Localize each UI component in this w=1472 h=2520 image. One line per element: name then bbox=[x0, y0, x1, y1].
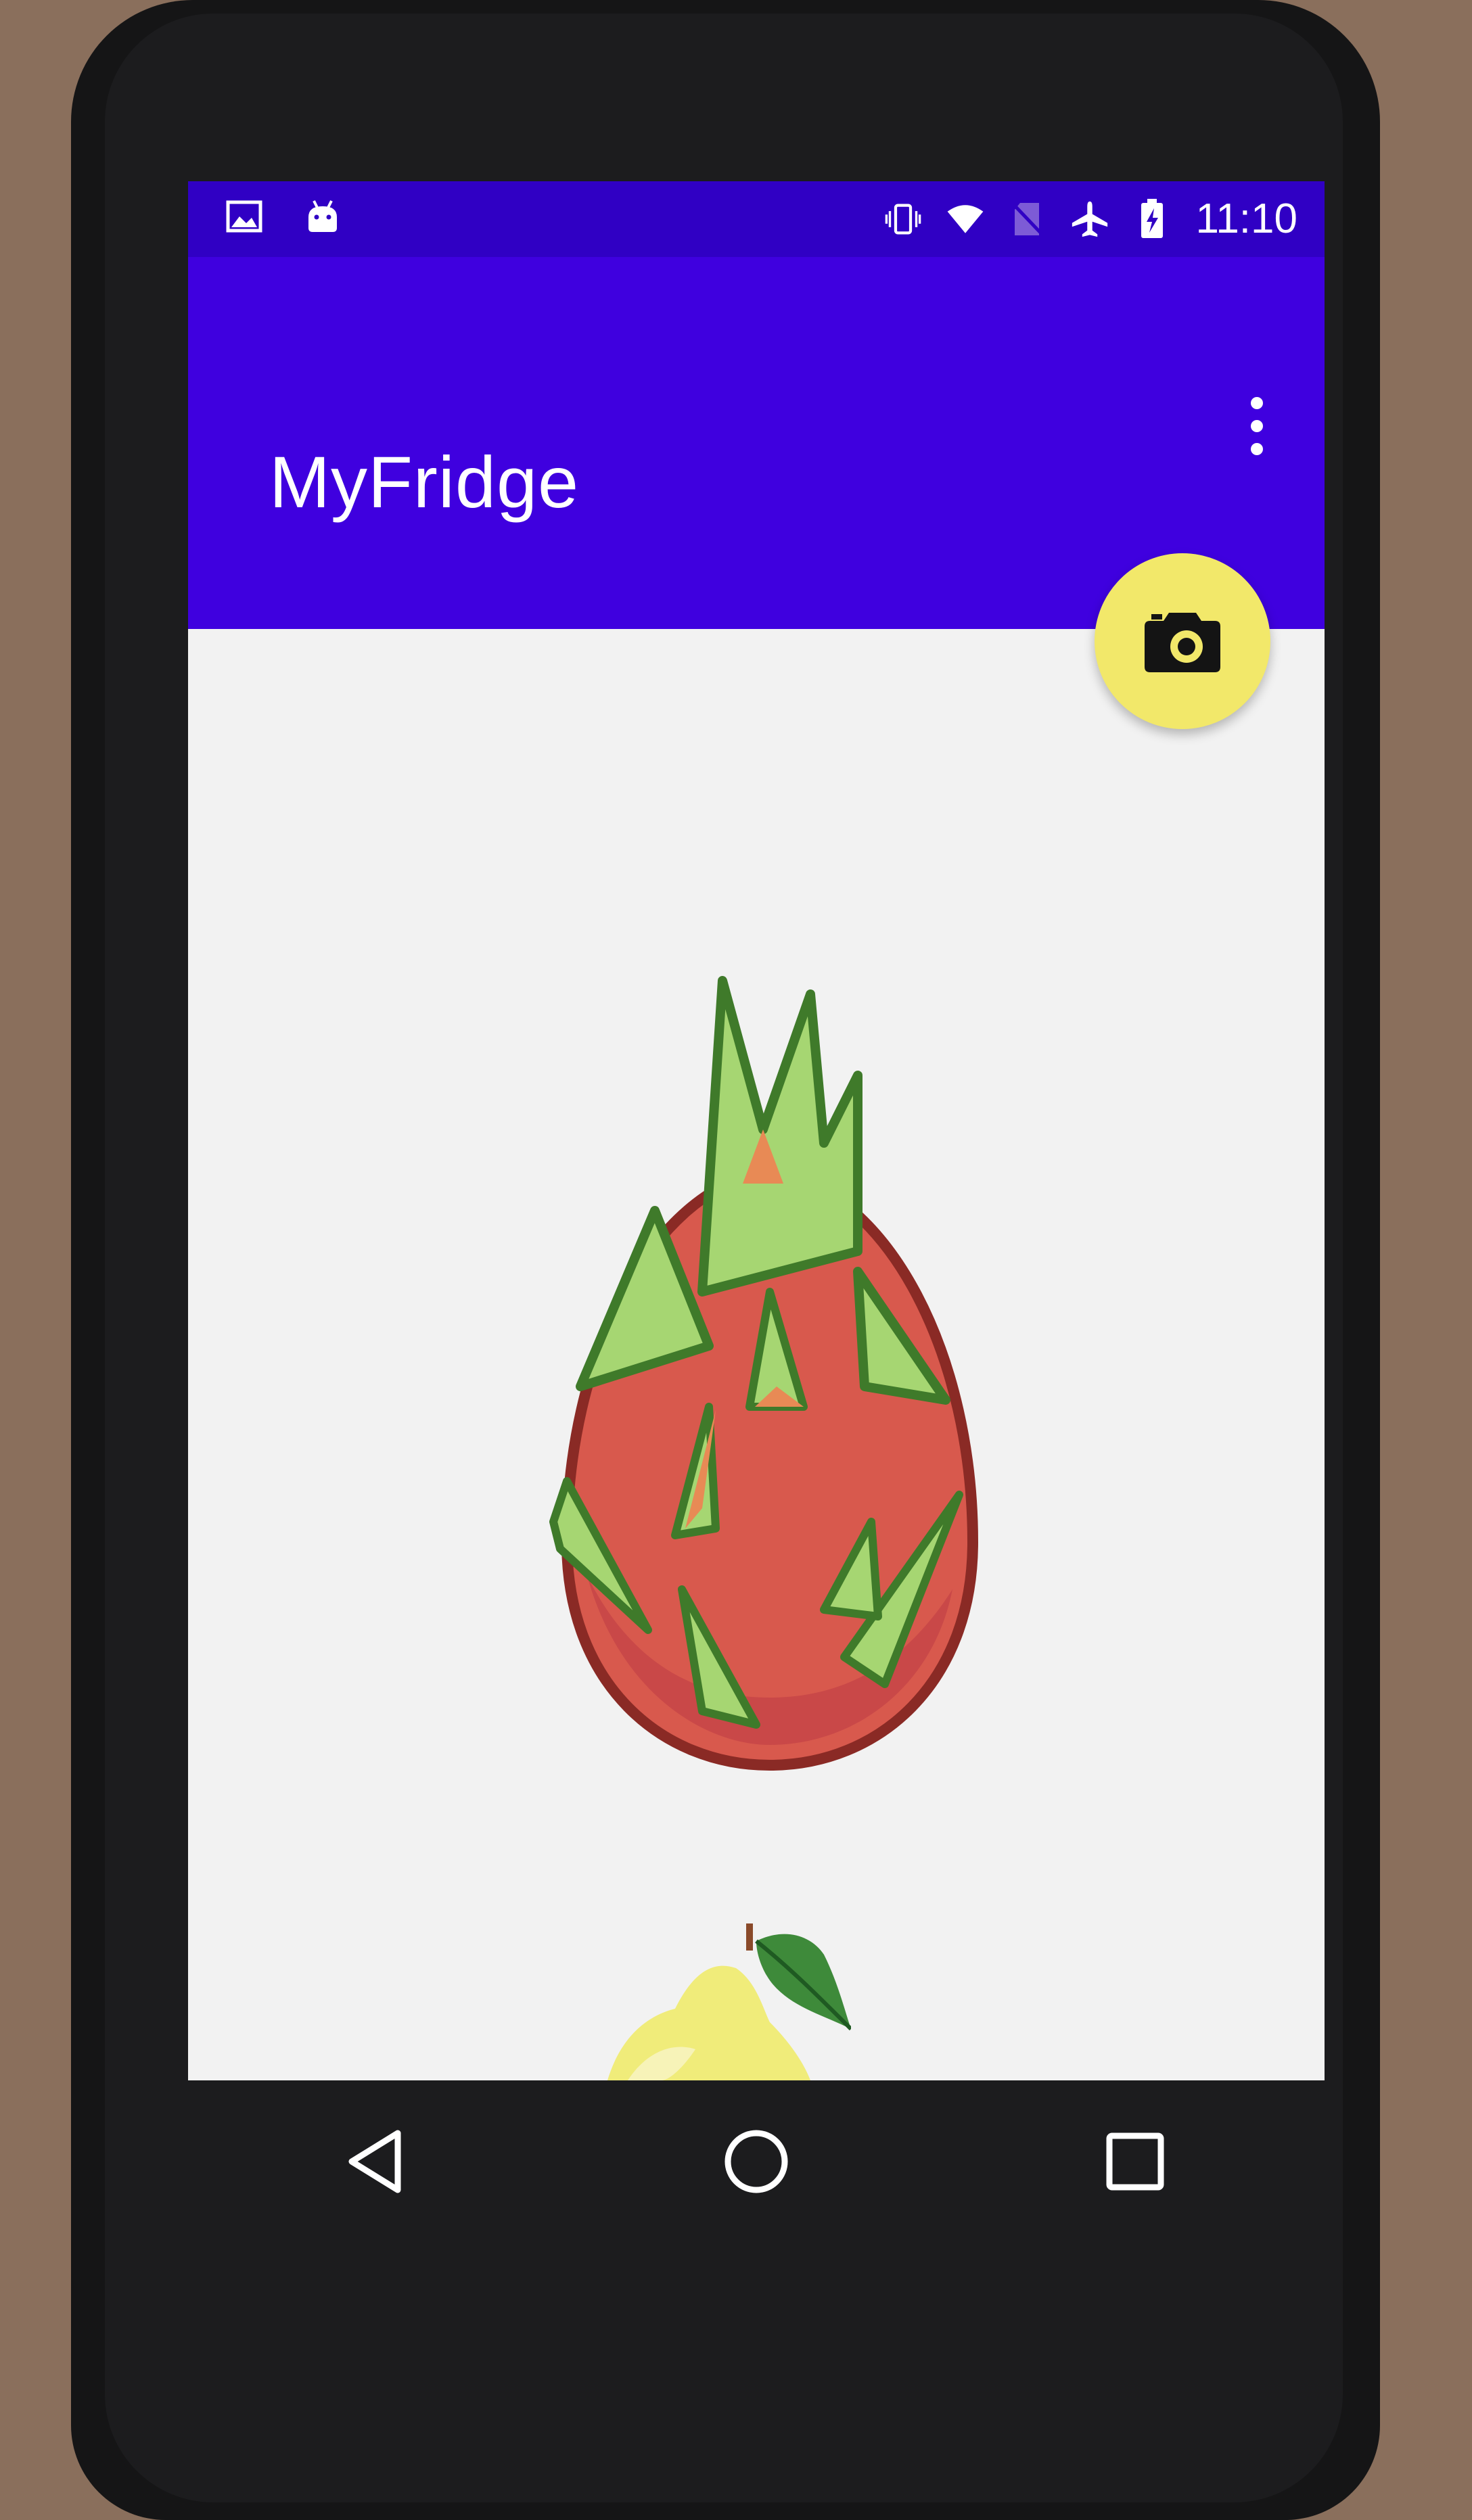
nav-recents-button[interactable] bbox=[1067, 2094, 1203, 2229]
battery-charging-icon bbox=[1133, 199, 1171, 238]
camera-icon bbox=[1145, 613, 1220, 672]
list-item[interactable] bbox=[540, 967, 1000, 1779]
wifi-icon bbox=[946, 200, 984, 238]
app-title: MyFridge bbox=[269, 441, 580, 523]
device-screen: 11:10 MyFridge bbox=[188, 181, 1325, 2080]
nav-back-button[interactable] bbox=[310, 2094, 445, 2229]
recents-square-icon bbox=[1106, 2132, 1164, 2191]
navigation-bar bbox=[188, 2080, 1325, 2243]
no-sim-icon bbox=[1009, 200, 1046, 238]
more-vert-icon[interactable] bbox=[1237, 389, 1277, 463]
back-triangle-icon bbox=[348, 2130, 401, 2193]
fridge-item-list[interactable] bbox=[188, 629, 1325, 2080]
airplane-mode-icon bbox=[1071, 200, 1109, 238]
status-bar-system: 11:10 bbox=[884, 197, 1297, 241]
dragon-fruit-image bbox=[549, 976, 979, 1771]
vibrate-icon bbox=[884, 200, 922, 238]
pear-image bbox=[607, 1923, 853, 2080]
status-bar: 11:10 bbox=[188, 181, 1325, 257]
android-debug-icon bbox=[304, 197, 342, 235]
home-circle-icon bbox=[724, 2130, 788, 2193]
image-notification-icon bbox=[225, 197, 263, 235]
status-bar-clock: 11:10 bbox=[1195, 195, 1297, 242]
status-bar-notifications bbox=[225, 197, 342, 235]
camera-fab-button[interactable] bbox=[1095, 553, 1270, 729]
list-item[interactable] bbox=[472, 1914, 853, 2080]
nav-home-button[interactable] bbox=[689, 2094, 824, 2229]
